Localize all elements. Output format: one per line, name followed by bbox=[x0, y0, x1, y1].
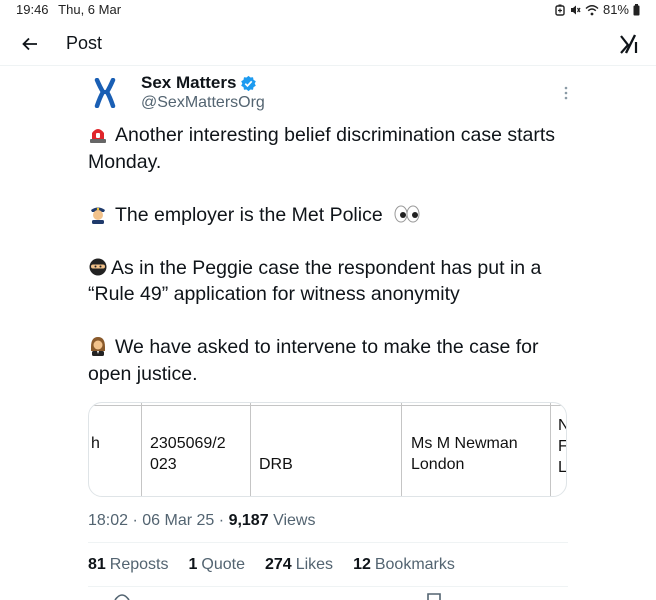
post-paragraph: Another interesting belief discriminatio… bbox=[88, 122, 568, 175]
table-column-divider bbox=[550, 403, 551, 496]
post-date[interactable]: 06 Mar 25 bbox=[142, 512, 214, 529]
eyes-emoji bbox=[394, 205, 420, 222]
battery-percentage: 81% bbox=[602, 2, 629, 17]
post-media-image[interactable]: h 2305069/2 023 DRB Ms M Newman London N… bbox=[88, 402, 567, 497]
post-paragraph: We have asked to intervene to make the c… bbox=[88, 334, 568, 387]
bookmark-icon[interactable] bbox=[424, 592, 444, 600]
status-left: 19:46 Thu, 6 Mar bbox=[16, 2, 121, 17]
post-body: Another interesting belief discriminatio… bbox=[88, 122, 568, 414]
reposts-stat[interactable]: 81 Reposts bbox=[88, 556, 169, 574]
post-meta: 18:02 · 06 Mar 25 · 9,187 Views bbox=[88, 512, 315, 530]
likes-count: 274 bbox=[265, 556, 292, 573]
engagement-stats: 81 Reposts 1 Quote 274 Likes 12 Bookmarks bbox=[88, 556, 455, 574]
more-options-button[interactable] bbox=[558, 84, 574, 102]
grok-button[interactable] bbox=[618, 30, 640, 58]
judge-emoji bbox=[91, 337, 105, 356]
reply-icon[interactable] bbox=[112, 592, 132, 600]
author-display-name[interactable]: Sex Matters bbox=[141, 73, 236, 93]
post-paragraph: As in the Peggie case the respondent has… bbox=[88, 255, 568, 308]
post-text-1: Another interesting belief discriminatio… bbox=[88, 124, 556, 173]
table-column-divider bbox=[250, 403, 251, 496]
post-text-2: The employer is the Met Police bbox=[115, 203, 383, 226]
meta-separator: · bbox=[218, 512, 229, 529]
reposts-label: Reposts bbox=[109, 556, 169, 573]
avatar[interactable] bbox=[88, 76, 122, 110]
bookmarks-label: Bookmarks bbox=[374, 556, 455, 573]
top-app-bar: Post bbox=[0, 22, 656, 66]
post-paragraph: The employer is the Met Police bbox=[88, 202, 568, 229]
likes-stat[interactable]: 274 Likes bbox=[265, 556, 333, 574]
table-cell-case-number-1: 2305069/2 bbox=[150, 435, 226, 452]
table-cell-case-number-2: 023 bbox=[150, 456, 177, 473]
more-vertical-icon bbox=[564, 86, 568, 100]
battery-icon bbox=[633, 3, 640, 15]
status-right: 81% bbox=[555, 2, 640, 17]
author-handle[interactable]: @SexMattersOrg bbox=[141, 94, 265, 112]
bookmarks-stat[interactable]: 12 Bookmarks bbox=[353, 556, 455, 574]
reposts-count: 81 bbox=[88, 556, 106, 573]
status-date: Thu, 6 Mar bbox=[58, 2, 122, 17]
bookmarks-count: 12 bbox=[353, 556, 371, 573]
views-label: Views bbox=[273, 512, 316, 529]
wifi-icon bbox=[585, 4, 599, 15]
table-cell-partial-f: F bbox=[558, 438, 567, 455]
views-count: 9,187 bbox=[228, 512, 269, 529]
table-cell-party-2: London bbox=[411, 456, 465, 473]
divider bbox=[88, 542, 568, 543]
back-arrow-icon bbox=[22, 37, 37, 51]
author-name-row: Sex Matters bbox=[141, 73, 257, 93]
meta-separator: · bbox=[132, 512, 143, 529]
table-cell-partial-n: N bbox=[558, 415, 566, 436]
table-top-border bbox=[89, 405, 566, 406]
table-column-divider bbox=[401, 403, 402, 496]
page-title: Post bbox=[66, 33, 103, 53]
battery-saver-icon bbox=[555, 4, 565, 16]
court-listing-table: h 2305069/2 023 DRB Ms M Newman London N… bbox=[89, 403, 567, 496]
table-column-divider bbox=[141, 403, 142, 496]
post-text-3: As in the Peggie case the respondent has… bbox=[88, 256, 542, 306]
police-officer-emoji bbox=[91, 207, 105, 224]
quotes-label: Quote bbox=[201, 556, 245, 573]
table-cell-partial: h bbox=[91, 435, 100, 452]
ninja-emoji bbox=[89, 258, 107, 275]
likes-label: Likes bbox=[295, 556, 334, 573]
divider bbox=[88, 586, 568, 587]
back-button[interactable] bbox=[14, 30, 46, 58]
table-cell-party-1: Ms M Newman bbox=[411, 435, 518, 452]
verified-badge-icon bbox=[241, 75, 257, 91]
siren-emoji bbox=[90, 129, 106, 143]
table-cell-court-code: DRB bbox=[259, 456, 293, 473]
post-time[interactable]: 18:02 bbox=[88, 512, 128, 529]
quotes-count: 1 bbox=[188, 556, 198, 573]
mute-icon bbox=[570, 5, 581, 14]
chromosome-logo bbox=[94, 78, 116, 108]
post-text-4: We have asked to intervene to make the c… bbox=[88, 336, 539, 385]
status-time: 19:46 bbox=[16, 2, 49, 17]
x-logo-icon bbox=[620, 34, 638, 54]
quotes-stat[interactable]: 1 Quote bbox=[189, 556, 246, 574]
status-bar: 19:46 Thu, 6 Mar 81% bbox=[0, 0, 656, 22]
table-cell-partial-l: L bbox=[558, 459, 567, 476]
